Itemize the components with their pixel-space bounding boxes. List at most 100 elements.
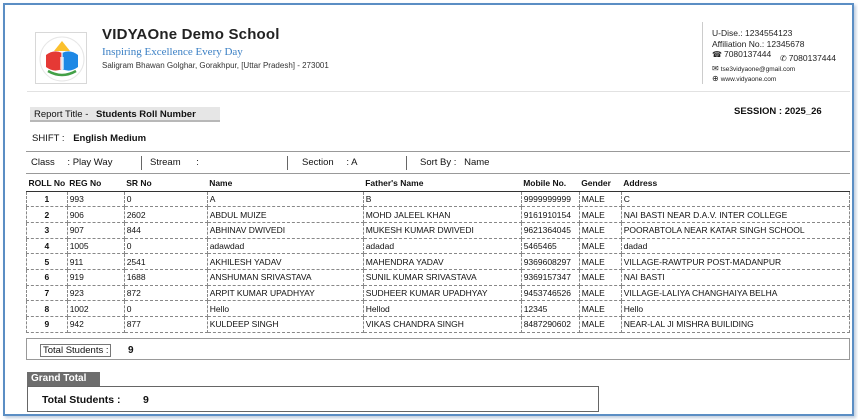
cell-address: Hello <box>620 300 851 317</box>
cell-gender: MALE <box>578 253 622 270</box>
cell-address: NAI BASTI NEAR D.A.V. INTER COLLEGE <box>620 206 851 223</box>
stream-label: Stream <box>150 157 181 168</box>
cell-reg-no: 1005 <box>66 237 125 255</box>
table-row: 1 993 0 A B 9999999999 MALE C <box>26 190 851 208</box>
cell-roll-no: 3 <box>26 221 68 239</box>
cell-sr-no: 1688 <box>123 268 208 286</box>
filter-sortby: Sort By : Name <box>420 157 489 168</box>
filter-divider <box>287 156 288 170</box>
cell-mobile-no: 5465465 <box>520 237 580 255</box>
cell-address: C <box>620 190 851 208</box>
cell-student-name: KULDEEP SINGH <box>206 316 364 333</box>
section-label: Section <box>302 157 334 168</box>
cell-father-name: adadad <box>362 237 522 255</box>
contact-block: U-Dise.: 1234554123 Affiliation No.: 123… <box>702 22 850 84</box>
table-row: 6 919 1688 ANSHUMAN SRIVASTAVA SUNIL KUMAR S… <box>26 268 851 286</box>
cell-student-name: ANSHUMAN SRIVASTAVA <box>206 268 364 286</box>
cell-sr-no: 0 <box>123 190 208 208</box>
shift-info: SHIFT : English Medium <box>32 133 146 144</box>
cell-father-name: B <box>362 190 522 208</box>
cell-mobile-no: 8487290602 <box>520 316 580 333</box>
website-text: www.vidyaone.com <box>720 76 777 83</box>
table-row: 3 907 844 ABHINAV DWIVEDI MUKESH KUMAR DWIVE… <box>26 221 851 239</box>
cell-father-name: MAHENDRA YADAV <box>362 253 522 270</box>
total-students-count: 9 <box>128 345 134 356</box>
phone-line-2: ✆ 7080137444 <box>780 53 836 63</box>
session-label: SESSION <box>734 106 777 117</box>
report-title-label: Report Title - <box>34 109 89 120</box>
grand-total-box: Total Students : 9 <box>27 386 599 412</box>
cell-student-name: ARPIT KUMAR UPADHYAY <box>206 284 364 302</box>
cell-gender: MALE <box>578 284 622 302</box>
cell-gender: MALE <box>578 237 622 255</box>
filter-divider <box>406 156 407 170</box>
email-text: tse3vidyaone@gmail.com <box>720 66 796 73</box>
school-address: Saligram Bhawan Golghar, Gorakhpur, [Utt… <box>102 61 329 70</box>
cell-father-name: VIKAS CHANDRA SINGH <box>362 316 522 333</box>
affiliation-text: Affiliation No.: 12345678 <box>712 39 805 49</box>
cell-student-name: adawdad <box>206 237 364 255</box>
email-line: ✉ tse3vidyaone@gmail.com <box>712 64 795 73</box>
cell-father-name: SUNIL KUMAR SRIVASTAVA <box>362 268 522 286</box>
cell-gender: MALE <box>578 221 622 239</box>
cell-student-name: AKHILESH YADAV <box>206 253 364 270</box>
phone-2: 7080137444 <box>788 53 836 63</box>
cell-sr-no: 2541 <box>123 253 208 270</box>
cell-reg-no: 923 <box>66 284 125 302</box>
report-title-value: Students Roll Number <box>96 109 196 120</box>
cell-address: dadad <box>620 237 851 255</box>
mobile-icon: ✆ <box>780 54 787 63</box>
cell-roll-no: 8 <box>26 300 68 317</box>
cell-reg-no: 906 <box>66 206 125 223</box>
session-info: SESSION : 2025_26 <box>734 106 822 117</box>
cell-gender: MALE <box>578 190 622 208</box>
cell-reg-no: 942 <box>66 316 125 333</box>
cell-father-name: SUDHEER KUMAR UPADHYAY <box>362 284 522 302</box>
cell-sr-no: 2602 <box>123 206 208 223</box>
cell-father-name: MOHD JALEEL KHAN <box>362 206 522 223</box>
report-frame: VIDYAOne Demo School Inspiring Excellenc… <box>3 3 854 416</box>
phone-1: 7080137444 <box>723 49 772 59</box>
cell-sr-no: 0 <box>123 300 208 317</box>
col-header-gender: Gender <box>579 176 622 192</box>
school-logo <box>35 32 87 84</box>
cell-sr-no: 877 <box>123 316 208 333</box>
col-header-address: Address <box>621 176 850 192</box>
cell-gender: MALE <box>578 300 622 317</box>
cell-address: VILLAGE-RAWTPUR POST-MADANPUR <box>620 253 851 270</box>
cell-address: POORABTOLA NEAR KATAR SINGH SCHOOL <box>620 221 851 239</box>
udise-text: U-Dise.: 1234554123 <box>712 28 793 38</box>
cell-student-name: ABDUL MUIZE <box>206 206 364 223</box>
cell-reg-no: 911 <box>66 253 125 270</box>
cell-roll-no: 9 <box>26 316 68 333</box>
cell-gender: MALE <box>578 206 622 223</box>
website-line: ⊕ www.vidyaone.com <box>712 74 776 83</box>
sortby-value: Name <box>464 157 490 168</box>
cell-address: NAI BASTI <box>620 268 851 286</box>
stream-sep: : <box>196 157 199 168</box>
col-header-sr: SR No <box>124 176 208 192</box>
school-name: VIDYAOne Demo School <box>102 26 280 43</box>
school-tagline: Inspiring Excellence Every Day <box>102 46 243 58</box>
cell-reg-no: 907 <box>66 221 125 239</box>
shift-label: SHIFT : <box>32 133 65 144</box>
cell-father-name: MUKESH KUMAR DWIVEDI <box>362 221 522 239</box>
table-row: 5 911 2541 AKHILESH YADAV MAHENDRA YADAV 9369… <box>26 253 851 270</box>
table-header-row: ROLL No REG No SR No Name Father's Name … <box>26 176 850 192</box>
filter-class: Class : Play Way <box>31 157 112 168</box>
cell-mobile-no: 9999999999 <box>520 190 580 208</box>
filter-divider <box>141 156 142 170</box>
total-students-label: Total Students : <box>40 344 112 357</box>
cell-roll-no: 1 <box>26 190 68 208</box>
col-header-reg: REG No <box>67 176 125 192</box>
col-header-father: Father's Name <box>363 176 522 192</box>
cell-mobile-no: 9369157347 <box>520 268 580 286</box>
cell-address: NEAR-LAL JI MISHRA BUILIDING <box>620 316 851 333</box>
class-label: Class <box>31 157 55 168</box>
book-logo-icon <box>39 36 85 82</box>
cell-reg-no: 919 <box>66 268 125 286</box>
cell-mobile-no: 9161910154 <box>520 206 580 223</box>
cell-reg-no: 993 <box>66 190 125 208</box>
phone-icon: ☎ <box>712 50 722 59</box>
cell-address: VILLAGE-LALIYA CHANGHAIYA BELHA <box>620 284 851 302</box>
